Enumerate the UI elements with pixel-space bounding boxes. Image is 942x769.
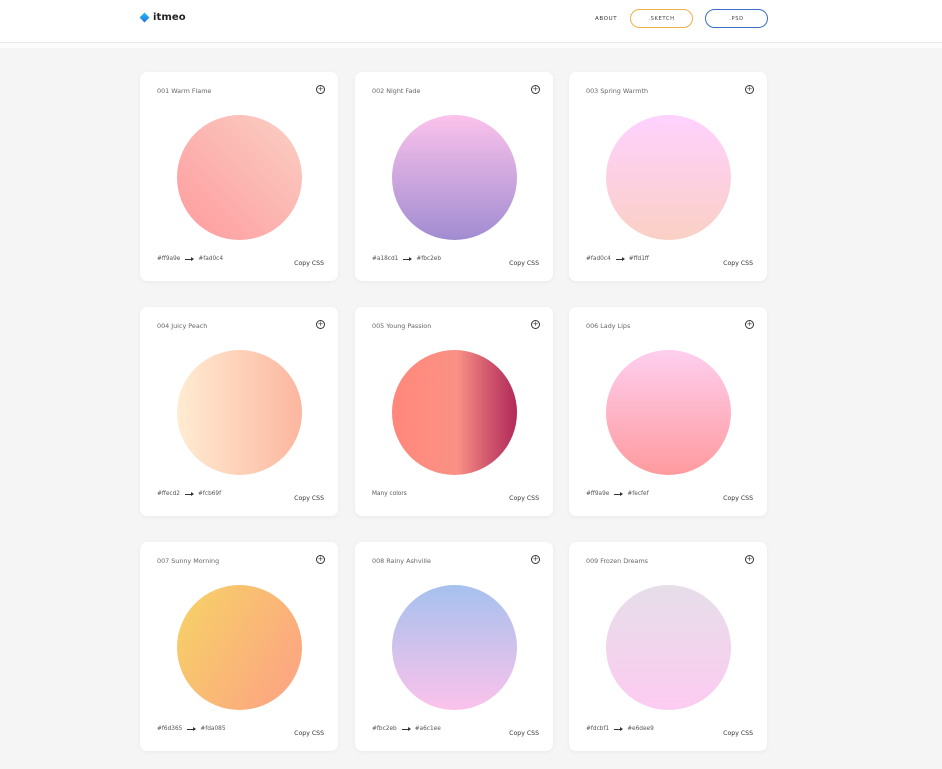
color-from: #a18cd1 (372, 256, 399, 262)
gradient-card: 009 Frozen Dreams + #fdcbf1 #e6dee9 Copy CSS (569, 542, 767, 751)
gradient-card: 007 Sunny Morning + #f6d365 #fda085 Copy CSS (140, 542, 338, 751)
logo[interactable]: itmeo (139, 12, 186, 23)
color-from: #f6d365 (157, 726, 183, 732)
card-title: 001 Warm Flame (157, 87, 212, 95)
copy-css-button[interactable]: Copy CSS (723, 260, 753, 267)
color-from: #ff9a9e (586, 491, 610, 497)
add-circle-icon[interactable]: + (745, 555, 754, 564)
logo-text: itmeo (153, 12, 186, 23)
add-circle-icon[interactable]: + (531, 555, 540, 564)
card-title: 004 Juicy Peach (157, 322, 208, 330)
card-title: 007 Sunny Morning (157, 557, 220, 565)
gradient-card: 001 Warm Flame + #ff9a9e #fad0c4 Copy CSS (140, 72, 338, 281)
gradient-swatch[interactable] (392, 350, 517, 475)
color-stops: #a18cd1 #fbc2eb (372, 256, 441, 262)
color-from: #ffecd2 (157, 491, 180, 497)
color-to: #e6dee9 (627, 726, 654, 732)
color-from: #fdcbf1 (586, 726, 610, 732)
copy-css-button[interactable]: Copy CSS (509, 495, 539, 502)
card-title: 008 Rainy Ashville (372, 557, 431, 565)
arrow-right-icon (187, 726, 197, 731)
add-circle-icon[interactable]: + (531, 85, 540, 94)
gradient-card: 005 Young Passion + Many colors Copy CSS (355, 307, 553, 516)
many-colors-note: Many colors (372, 491, 407, 497)
copy-css-button[interactable]: Copy CSS (294, 260, 324, 267)
color-to: #fad0c4 (198, 256, 224, 262)
color-from: #fad0c4 (586, 256, 611, 262)
gradient-swatch[interactable] (392, 115, 517, 240)
gradient-card: 006 Lady Lips + #ff9a9e #fecfef Copy CSS (569, 307, 767, 516)
color-from: #fbc2eb (372, 726, 397, 732)
add-circle-icon[interactable]: + (531, 320, 540, 329)
color-to: #ffd1ff (628, 256, 649, 262)
card-title: 005 Young Passion (372, 322, 432, 330)
copy-css-button[interactable]: Copy CSS (723, 730, 753, 737)
gradient-swatch[interactable] (606, 585, 731, 710)
color-stops: #fad0c4 #ffd1ff (586, 256, 649, 262)
color-stops: #f6d365 #fda085 (157, 726, 226, 732)
gradient-card: 008 Rainy Ashville + #fbc2eb #a6c1ee Copy CS… (355, 542, 553, 751)
arrow-right-icon (401, 726, 411, 731)
top-header: itmeo ABOUT .SKETCH .PSD (0, 0, 942, 43)
copy-css-button[interactable]: Copy CSS (509, 260, 539, 267)
color-stops: #ffecd2 #fcb69f (157, 491, 221, 497)
gradient-swatch[interactable] (392, 585, 517, 710)
add-circle-icon[interactable]: + (316, 320, 325, 329)
card-title: 006 Lady Lips (586, 322, 631, 330)
color-to: #fbc2eb (416, 256, 442, 262)
color-to: #fda085 (200, 726, 226, 732)
gradient-swatch[interactable] (606, 350, 731, 475)
download-psd-button[interactable]: .PSD (705, 9, 768, 28)
color-to: #a6c1ee (414, 726, 441, 732)
color-stops: #ff9a9e #fad0c4 (157, 256, 223, 262)
add-circle-icon[interactable]: + (316, 555, 325, 564)
color-to: #fcb69f (197, 491, 222, 497)
gradient-card: 004 Juicy Peach + #ffecd2 #fcb69f Copy CSS (140, 307, 338, 516)
color-from: #ff9a9e (157, 256, 181, 262)
card-title: 002 Night Fade (372, 87, 421, 95)
arrow-right-icon (614, 726, 624, 731)
card-title: 003 Spring Warmth (586, 87, 649, 95)
copy-css-button[interactable]: Copy CSS (294, 730, 324, 737)
add-circle-icon[interactable]: + (745, 320, 754, 329)
copy-css-button[interactable]: Copy CSS (294, 495, 324, 502)
color-stops: #fdcbf1 #e6dee9 (586, 726, 654, 732)
color-stops: #fbc2eb #a6c1ee (372, 726, 441, 732)
color-stops: #ff9a9e #fecfef (586, 491, 649, 497)
gradient-swatch[interactable] (177, 115, 302, 240)
copy-css-button[interactable]: Copy CSS (723, 495, 753, 502)
gradient-swatch[interactable] (177, 585, 302, 710)
card-title: 009 Frozen Dreams (586, 557, 649, 565)
copy-css-button[interactable]: Copy CSS (509, 730, 539, 737)
add-circle-icon[interactable]: + (745, 85, 754, 94)
logo-diamond-icon (139, 12, 150, 23)
gradient-swatch[interactable] (606, 115, 731, 240)
arrow-right-icon (184, 491, 194, 496)
arrow-right-icon (614, 491, 624, 496)
header-divider (0, 43, 942, 48)
gradient-card: 003 Spring Warmth + #fad0c4 #ffd1ff Copy CSS (569, 72, 767, 281)
gradient-card: 002 Night Fade + #a18cd1 #fbc2eb Copy CSS (355, 72, 553, 281)
add-circle-icon[interactable]: + (316, 85, 325, 94)
color-stops: Many colors (372, 491, 407, 497)
arrow-right-icon (615, 256, 625, 261)
download-sketch-button[interactable]: .SKETCH (630, 9, 693, 28)
color-to: #fecfef (627, 491, 649, 497)
about-link[interactable]: ABOUT (595, 16, 617, 22)
arrow-right-icon (185, 256, 195, 261)
gradient-swatch[interactable] (177, 350, 302, 475)
arrow-right-icon (403, 256, 413, 261)
